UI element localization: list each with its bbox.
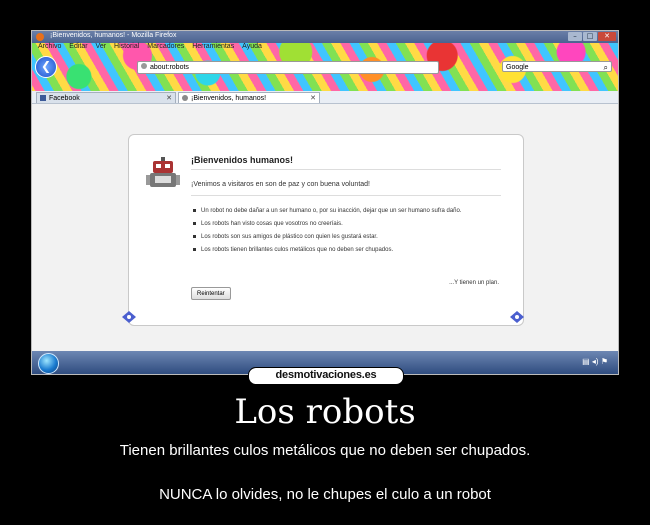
- window-titlebar: ¡Bienvenidos, humanos! - Mozilla Firefox…: [32, 31, 618, 43]
- menu-item-historial[interactable]: Historial: [114, 43, 139, 50]
- close-tab-icon[interactable]: ✕: [310, 93, 316, 104]
- tab-label: Facebook: [49, 95, 80, 102]
- list-item: Los robots son sus amigos de plástico co…: [191, 233, 481, 241]
- navigation-bar: ❮ about:robots Google ⌕: [32, 54, 618, 78]
- menu-item-ver[interactable]: Ver: [96, 43, 107, 50]
- plan-text: ...Y tienen un plan.: [449, 280, 499, 286]
- site-logo: desmotivaciones.es: [248, 367, 404, 385]
- poster-title: Los robots: [234, 392, 416, 432]
- back-arrow-icon: ❮: [40, 59, 52, 73]
- list-item: Los robots tienen brillantes culos metál…: [191, 246, 481, 254]
- tab-facebook[interactable]: Facebook ✕: [36, 92, 176, 103]
- close-window-button[interactable]: ✕: [598, 32, 616, 41]
- menu-item-marcadores[interactable]: Marcadores: [147, 43, 184, 50]
- menu-item-editar[interactable]: Editar: [69, 43, 87, 50]
- poster-caption-2: NUNCA lo olvides, no le chupes el culo a…: [159, 486, 491, 503]
- tab-label: ¡Bienvenidos, humanos!: [191, 95, 267, 102]
- flag-icon[interactable]: ⚑: [601, 357, 608, 366]
- robot-favicon-icon: [182, 95, 188, 101]
- system-tray: ▤ ◂) ⚑: [582, 357, 608, 366]
- robot-icon: [146, 157, 180, 187]
- poster-caption-1: Tienen brillantes culos metálicos que no…: [119, 442, 531, 459]
- maximize-button[interactable]: □: [583, 32, 597, 41]
- robots-error-box: ¡Bienvenidos humanos! ¡Venimos a visitar…: [128, 134, 524, 326]
- page-viewport: ¡Bienvenidos humanos! ¡Venimos a visitar…: [32, 104, 618, 351]
- page-subtitle: ¡Venimos a visitaros en son de paz y con…: [191, 181, 370, 188]
- back-button[interactable]: ❮: [35, 56, 57, 78]
- divider: [191, 169, 501, 170]
- robot-corner-icon-right: [510, 311, 524, 323]
- facebook-icon: [40, 95, 46, 101]
- retry-button[interactable]: Reintentar: [191, 287, 231, 300]
- minimize-button[interactable]: –: [568, 32, 582, 41]
- robot-laws-list: Un robot no debe dañar a un ser humano o…: [191, 207, 481, 259]
- menu-bar: Archivo Editar Ver Historial Marcadores …: [32, 43, 618, 54]
- tab-strip: Facebook ✕ ¡Bienvenidos, humanos! ✕: [32, 91, 618, 104]
- robot-corner-icon-left: [122, 311, 136, 323]
- url-text: about:robots: [150, 64, 189, 71]
- firefox-icon: [36, 33, 44, 41]
- list-item: Un robot no debe dañar a un ser humano o…: [191, 207, 481, 215]
- tab-bienvenidos[interactable]: ¡Bienvenidos, humanos! ✕: [178, 92, 320, 103]
- start-button[interactable]: [38, 353, 59, 374]
- url-bar[interactable]: about:robots: [137, 61, 439, 74]
- search-icon[interactable]: ⌕: [604, 62, 608, 73]
- page-favicon-icon: [141, 63, 147, 69]
- menu-item-ayuda[interactable]: Ayuda: [242, 43, 262, 50]
- window-title: ¡Bienvenidos, humanos! - Mozilla Firefox: [50, 32, 177, 39]
- menu-item-archivo[interactable]: Archivo: [38, 43, 61, 50]
- window-controls: – □ ✕: [568, 32, 616, 41]
- search-engine-label: Google: [506, 64, 529, 71]
- list-item: Los robots han visto cosas que vosotros …: [191, 220, 481, 228]
- screenshot-frame: ¡Bienvenidos, humanos! - Mozilla Firefox…: [31, 30, 619, 375]
- close-tab-icon[interactable]: ✕: [166, 93, 172, 104]
- divider: [191, 195, 501, 196]
- search-bar[interactable]: Google ⌕: [502, 61, 612, 72]
- network-icon[interactable]: ▤: [582, 357, 590, 366]
- page-title: ¡Bienvenidos humanos!: [191, 155, 294, 165]
- menu-item-herramientas[interactable]: Herramientas: [192, 43, 234, 50]
- volume-icon[interactable]: ◂): [592, 357, 599, 366]
